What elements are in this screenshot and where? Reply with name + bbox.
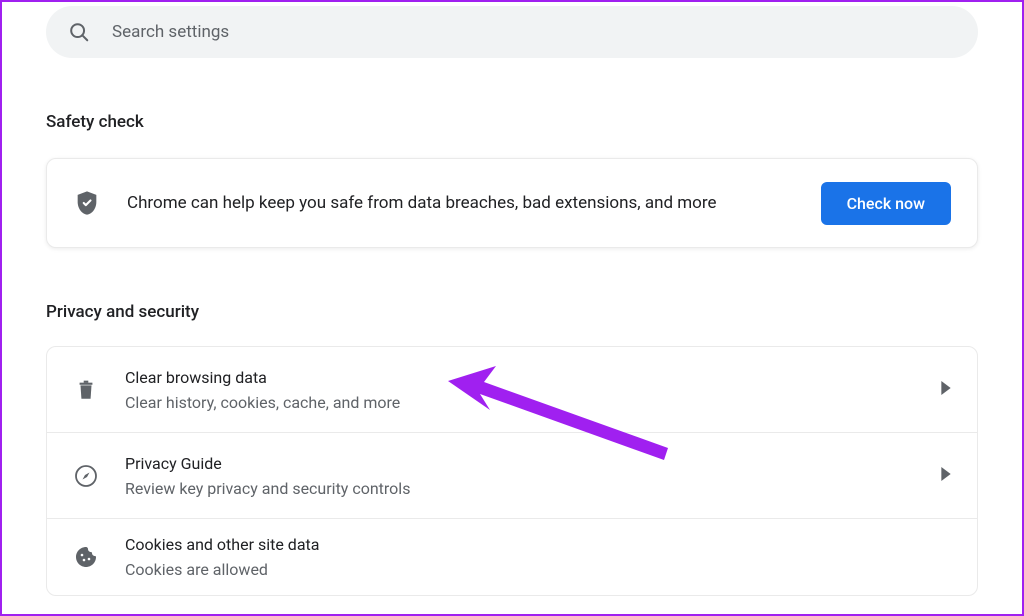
row-title: Cookies and other site data — [125, 535, 951, 554]
search-bar[interactable] — [46, 6, 978, 58]
clear-browsing-data-row[interactable]: Clear browsing data Clear history, cooki… — [47, 347, 977, 433]
safety-check-description: Chrome can help keep you safe from data … — [127, 193, 821, 213]
check-now-button[interactable]: Check now — [821, 182, 951, 225]
compass-icon — [73, 464, 99, 488]
safety-check-card: Chrome can help keep you safe from data … — [46, 158, 978, 248]
shield-check-icon — [73, 189, 101, 217]
chevron-right-icon — [941, 380, 951, 399]
cookies-row[interactable]: Cookies and other site data Cookies are … — [47, 519, 977, 595]
row-subtitle: Clear history, cookies, cache, and more — [125, 393, 941, 412]
row-title: Clear browsing data — [125, 368, 941, 387]
row-title: Privacy Guide — [125, 454, 941, 473]
row-subtitle: Review key privacy and security controls — [125, 479, 941, 498]
search-icon — [68, 21, 90, 43]
privacy-settings-list: Clear browsing data Clear history, cooki… — [46, 346, 978, 596]
cookie-icon — [73, 545, 99, 569]
trash-icon — [73, 379, 99, 401]
privacy-security-heading: Privacy and security — [46, 302, 978, 322]
safety-check-heading: Safety check — [46, 112, 978, 132]
row-subtitle: Cookies are allowed — [125, 560, 951, 579]
search-input[interactable] — [112, 22, 956, 42]
chevron-right-icon — [941, 466, 951, 485]
privacy-guide-row[interactable]: Privacy Guide Review key privacy and sec… — [47, 433, 977, 519]
